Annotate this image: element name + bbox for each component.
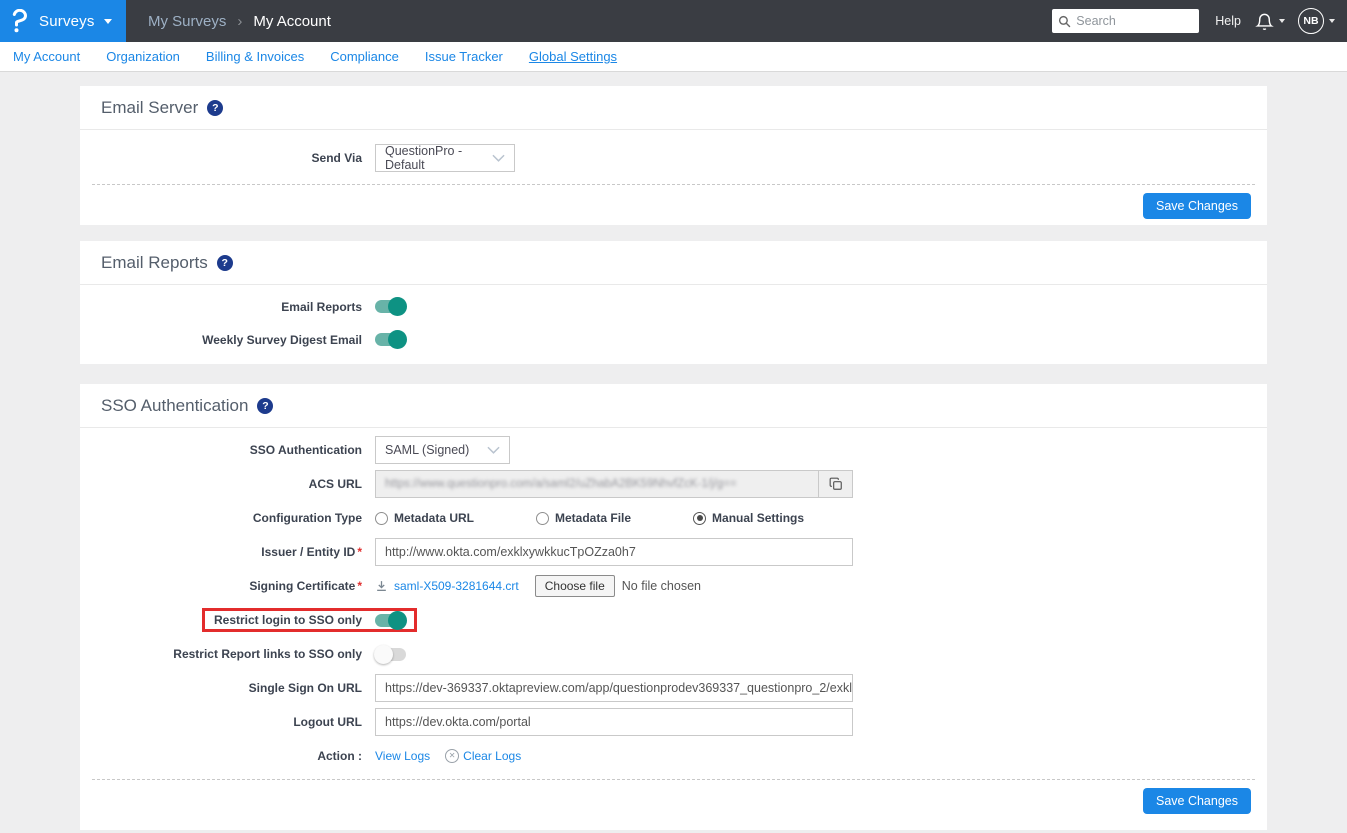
single-sign-on-url-row: Single Sign On URL https://dev-369337.ok… bbox=[80, 674, 1267, 702]
restrict-report-toggle[interactable] bbox=[374, 644, 406, 664]
email-server-title: Email Server bbox=[101, 97, 199, 117]
weekly-digest-toggle[interactable] bbox=[375, 330, 407, 349]
email-server-body: Send Via QuestionPro - Default Save Chan… bbox=[80, 130, 1267, 225]
weekly-digest-toggle-label: Weekly Survey Digest Email bbox=[202, 332, 362, 347]
top-navbar: Surveys My Surveys › My Account Help NB bbox=[0, 0, 1347, 42]
account-caret-icon[interactable] bbox=[1329, 19, 1335, 23]
send-via-select[interactable]: QuestionPro - Default bbox=[375, 144, 515, 172]
single-sign-on-url-label: Single Sign On URL bbox=[248, 681, 362, 695]
radio-icon[interactable] bbox=[536, 511, 550, 525]
sso-title: SSO Authentication bbox=[101, 395, 249, 415]
chevron-down-icon bbox=[487, 446, 500, 454]
configuration-type-row: Configuration Type Metadata URL Metadata… bbox=[80, 504, 1267, 532]
weekly-digest-toggle-row: Weekly Survey Digest Email bbox=[80, 330, 1267, 349]
required-asterisk: * bbox=[357, 545, 362, 559]
send-via-row: Send Via QuestionPro - Default bbox=[80, 144, 1267, 172]
save-changes-button[interactable]: Save Changes bbox=[1142, 193, 1251, 219]
breadcrumb-current: My Account bbox=[253, 12, 331, 30]
radio-checked-icon[interactable] bbox=[693, 511, 707, 525]
clear-logs-link[interactable]: Clear Logs bbox=[463, 749, 521, 763]
acs-url-row: ACS URL https://www.questionpro.com/a/sa… bbox=[80, 470, 1267, 498]
tab-billing-invoices[interactable]: Billing & Invoices bbox=[206, 49, 304, 64]
product-switcher[interactable]: Surveys bbox=[0, 0, 126, 42]
restrict-login-row: Restrict login to SSO only bbox=[80, 606, 1267, 634]
logout-url-row: Logout URL https://dev.okta.com/portal bbox=[80, 708, 1267, 736]
acs-url-value-redacted: https://www.questionpro.com/a/saml2/uZha… bbox=[385, 478, 737, 490]
tab-organization[interactable]: Organization bbox=[106, 49, 180, 64]
email-reports-toggle-label: Email Reports bbox=[281, 299, 362, 314]
tab-global-settings[interactable]: Global Settings bbox=[529, 49, 617, 64]
questionpro-logo-icon bbox=[12, 9, 29, 33]
breadcrumb-my-surveys[interactable]: My Surveys bbox=[148, 13, 226, 30]
sso-header: SSO Authentication ? bbox=[80, 384, 1267, 428]
search-input[interactable] bbox=[1076, 14, 1194, 28]
navbar-right-cluster: Help NB bbox=[1052, 8, 1335, 34]
acs-url-field: https://www.questionpro.com/a/saml2/uZha… bbox=[375, 470, 853, 498]
sso-authentication-card: SSO Authentication ? SSO Authentication … bbox=[80, 384, 1267, 830]
radio-icon[interactable] bbox=[375, 511, 388, 525]
logout-url-input[interactable]: https://dev.okta.com/portal bbox=[375, 708, 853, 736]
radio-metadata-url[interactable]: Metadata URL bbox=[375, 511, 474, 525]
single-sign-on-url-input[interactable]: https://dev-369337.oktapreview.com/app/q… bbox=[375, 674, 853, 702]
avatar[interactable]: NB bbox=[1298, 8, 1324, 34]
email-reports-toggle[interactable] bbox=[375, 297, 407, 316]
no-file-chosen-text: No file chosen bbox=[621, 579, 701, 593]
help-icon[interactable]: ? bbox=[207, 99, 224, 116]
issuer-row: Issuer / Entity ID * http://www.okta.com/… bbox=[80, 538, 1267, 566]
notifications-caret-icon bbox=[1279, 19, 1285, 23]
download-icon[interactable] bbox=[375, 579, 388, 593]
restrict-login-label: Restrict login to SSO only bbox=[213, 613, 362, 627]
radio-manual-settings[interactable]: Manual Settings bbox=[693, 511, 804, 525]
logout-url-label: Logout URL bbox=[293, 715, 362, 729]
restrict-login-highlight-box: Restrict login to SSO only bbox=[201, 608, 417, 632]
view-logs-link[interactable]: View Logs bbox=[375, 749, 430, 763]
help-icon[interactable]: ? bbox=[216, 254, 233, 271]
save-changes-button[interactable]: Save Changes bbox=[1142, 788, 1251, 814]
sso-auth-row: SSO Authentication SAML (Signed) bbox=[80, 436, 1267, 464]
sso-auth-label: SSO Authentication bbox=[249, 443, 362, 457]
search-box[interactable] bbox=[1052, 9, 1200, 33]
email-reports-header: Email Reports ? bbox=[80, 241, 1267, 285]
restrict-login-toggle[interactable] bbox=[375, 610, 407, 630]
choose-file-button[interactable]: Choose file bbox=[534, 575, 615, 597]
chevron-down-icon bbox=[103, 18, 112, 24]
tab-compliance[interactable]: Compliance bbox=[330, 49, 399, 64]
help-icon[interactable]: ? bbox=[257, 397, 274, 414]
sso-body: SSO Authentication SAML (Signed) ACS URL… bbox=[80, 428, 1267, 830]
product-name: Surveys bbox=[39, 12, 95, 30]
breadcrumb-separator-icon: › bbox=[237, 12, 243, 30]
required-asterisk: * bbox=[357, 579, 362, 593]
email-server-header: Email Server ? bbox=[80, 86, 1267, 130]
tab-issue-tracker[interactable]: Issue Tracker bbox=[425, 49, 503, 64]
account-tabs: My Account Organization Billing & Invoic… bbox=[0, 42, 1347, 72]
help-link[interactable]: Help bbox=[1215, 14, 1241, 28]
action-label: Action : bbox=[317, 749, 362, 763]
email-reports-body: Email Reports Weekly Survey Digest Email bbox=[80, 285, 1267, 364]
issuer-label: Issuer / Entity ID * bbox=[261, 545, 362, 559]
email-reports-card: Email Reports ? Email Reports Weekly Sur… bbox=[80, 241, 1267, 364]
email-reports-toggle-row: Email Reports bbox=[80, 297, 1267, 316]
notifications-bell-icon[interactable] bbox=[1255, 12, 1285, 31]
signing-certificate-row: Signing Certificate * saml-X509-3281644.c… bbox=[80, 572, 1267, 600]
email-reports-title: Email Reports bbox=[101, 252, 208, 272]
action-row: Action : View Logs ✕ Clear Logs bbox=[80, 742, 1267, 770]
signing-certificate-label: Signing Certificate * bbox=[249, 579, 362, 593]
send-via-label: Send Via bbox=[311, 151, 362, 165]
issuer-input[interactable]: http://www.okta.com/exklxywkkucTpOZza0h7 bbox=[375, 538, 853, 566]
restrict-report-label: Restrict Report links to SSO only bbox=[173, 647, 362, 661]
radio-metadata-file[interactable]: Metadata File bbox=[536, 511, 631, 525]
clear-logs-icon[interactable]: ✕ bbox=[445, 749, 460, 763]
chevron-down-icon bbox=[492, 154, 505, 162]
search-icon bbox=[1058, 15, 1071, 28]
tab-my-account[interactable]: My Account bbox=[13, 49, 80, 64]
breadcrumb: My Surveys › My Account bbox=[148, 13, 331, 30]
acs-url-label: ACS URL bbox=[308, 477, 362, 491]
sso-auth-select[interactable]: SAML (Signed) bbox=[375, 436, 510, 464]
restrict-report-row: Restrict Report links to SSO only bbox=[80, 640, 1267, 668]
email-server-card: Email Server ? Send Via QuestionPro - De… bbox=[80, 86, 1267, 225]
configuration-type-label: Configuration Type bbox=[252, 511, 362, 525]
certificate-file-link[interactable]: saml-X509-3281644.crt bbox=[394, 579, 519, 593]
copy-acs-url-button[interactable] bbox=[818, 471, 852, 497]
